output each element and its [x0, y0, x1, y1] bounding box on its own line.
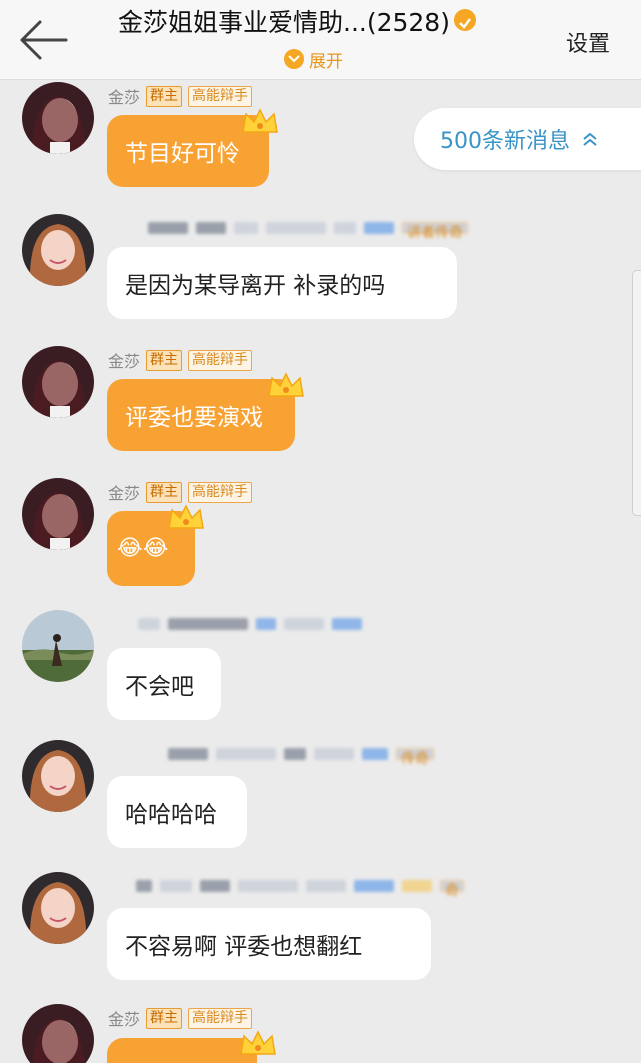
group-title-text: 金莎姐姐事业爱情助...(2528)	[118, 8, 450, 37]
avatar[interactable]	[22, 478, 94, 550]
message-text: 评委也要演戏	[125, 405, 263, 431]
title-badge: 高能辩手	[188, 1007, 253, 1029]
settings-button[interactable]: 设置	[566, 26, 610, 58]
avatar[interactable]	[22, 214, 94, 286]
title-badge: 高能辩手	[188, 85, 253, 107]
crown-icon	[268, 372, 304, 397]
message-item: 金莎 群主 高能辩手	[0, 1004, 641, 1063]
message-text: 不会吧	[125, 674, 194, 700]
new-messages-label: 500条新消息	[440, 129, 570, 154]
avatar[interactable]	[22, 346, 94, 418]
sender-name: 金莎	[108, 352, 141, 371]
sender-name: 金莎	[108, 484, 141, 503]
message-text: 是因为某导离开 补录的吗	[125, 273, 386, 299]
message-item: 奇 不容易啊 评委也想翻红	[0, 872, 641, 984]
expand-button[interactable]: 展开	[284, 46, 343, 72]
owner-badge: 群主	[146, 85, 183, 107]
scroll-handle[interactable]	[632, 270, 641, 516]
double-chevron-up-icon	[583, 132, 597, 146]
avatar[interactable]	[22, 610, 94, 682]
title-badge: 高能辩手	[188, 481, 253, 503]
new-messages-button[interactable]: 500条新消息	[414, 108, 641, 170]
crown-icon	[242, 108, 278, 133]
owner-badge: 群主	[146, 481, 183, 503]
owner-badge: 群主	[146, 349, 183, 371]
sender-name-blurred: 讲者传奇	[108, 216, 468, 241]
sender-name: 金莎	[108, 1010, 141, 1029]
message-feed[interactable]: 金莎 群主 高能辩手 节目好可怜 讲者传奇 是因为某导离开 补录的吗 金莎 群主…	[0, 80, 641, 1063]
rank-badge: 讲者传奇	[402, 222, 468, 241]
message-text: 不容易啊 评委也想翻红	[125, 934, 363, 960]
arrow-left-icon	[20, 20, 68, 60]
expand-label: 展开	[309, 51, 343, 72]
message-bubble[interactable]: 哈哈哈哈	[107, 776, 247, 848]
avatar[interactable]	[22, 740, 94, 812]
message-meta: 金莎 群主 高能辩手	[108, 84, 253, 108]
owner-badge: 群主	[146, 1007, 183, 1029]
title-badge: 高能辩手	[188, 349, 253, 371]
message-item: 讲者传奇 是因为某导离开 补录的吗	[0, 214, 641, 324]
back-button[interactable]	[18, 14, 74, 66]
group-title[interactable]: 金莎姐姐事业爱情助...(2528)	[118, 6, 518, 40]
message-bubble[interactable]: 不容易啊 评委也想翻红	[107, 908, 431, 980]
message-item: 传奇 哈哈哈哈	[0, 740, 641, 852]
sender-name-blurred: 传奇	[108, 742, 434, 767]
sender-name-blurred	[108, 612, 362, 636]
message-meta: 金莎 群主 高能辩手	[108, 348, 253, 372]
avatar[interactable]	[22, 82, 94, 154]
crown-icon	[240, 1030, 276, 1055]
message-text: 😂😂	[117, 536, 169, 561]
avatar[interactable]	[22, 1004, 94, 1063]
message-meta: 金莎 群主 高能辩手	[108, 1006, 253, 1030]
message-item: 金莎 群主 高能辩手 😂😂	[0, 478, 641, 598]
crown-icon	[168, 504, 204, 529]
message-bubble[interactable]: 不会吧	[107, 648, 221, 720]
sender-name: 金莎	[108, 88, 141, 107]
message-item: 金莎 群主 高能辩手 评委也要演戏	[0, 346, 641, 456]
verified-badge-icon	[453, 9, 476, 31]
rank-badge: 奇	[440, 880, 464, 899]
message-text: 节目好可怜	[125, 141, 240, 167]
chat-header: 金莎姐姐事业爱情助...(2528) 展开 设置	[0, 0, 641, 80]
sender-name-blurred: 奇	[108, 874, 464, 899]
message-item: 不会吧	[0, 610, 641, 722]
message-bubble[interactable]	[107, 1038, 257, 1063]
avatar[interactable]	[22, 872, 94, 944]
message-text: 哈哈哈哈	[125, 802, 217, 828]
chevron-down-icon	[284, 49, 304, 69]
message-bubble[interactable]: 是因为某导离开 补录的吗	[107, 247, 457, 319]
rank-badge: 传奇	[396, 748, 434, 767]
message-meta: 金莎 群主 高能辩手	[108, 480, 253, 504]
